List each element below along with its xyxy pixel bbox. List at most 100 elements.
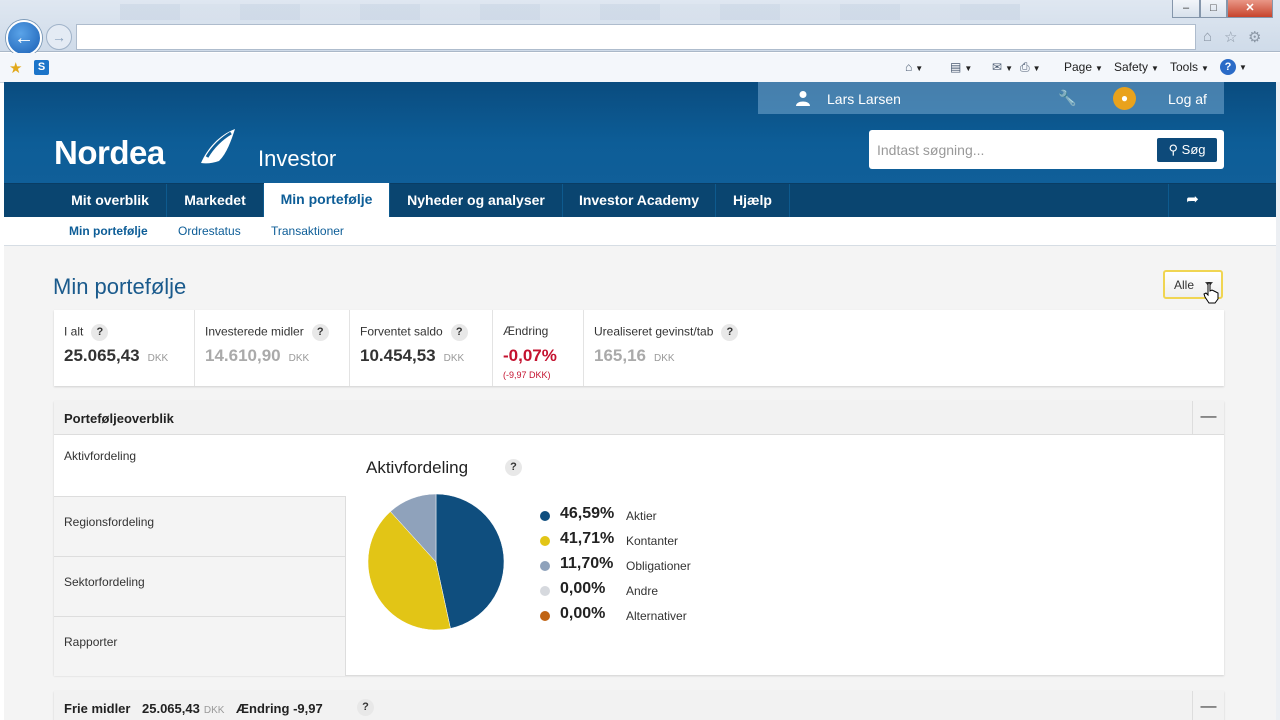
panel-header: Porteføljeoverblik — [54, 401, 1224, 435]
summary-invested-label: Investerede midler [205, 324, 304, 339]
gear-icon[interactable]: ⚙ [1248, 28, 1261, 46]
page-scrollbar[interactable] [1276, 82, 1280, 720]
help-icon[interactable]: ? [450, 324, 468, 341]
home-menu[interactable]: ⌂ ▼ [905, 60, 923, 74]
maximize-button[interactable]: □ [1200, 0, 1227, 18]
hand-cursor-icon [1203, 282, 1219, 304]
help-icon[interactable]: ? [505, 459, 522, 476]
legend-percentage: 41,71% [560, 530, 615, 547]
chevron-down-icon: ▼ [1151, 64, 1159, 73]
chevron-down-icon: ▼ [1201, 64, 1209, 73]
summary-total-label: I alt [64, 324, 84, 339]
back-button[interactable]: ← [6, 20, 42, 56]
summary-unrealized: Urealiseret gevinst/tab? 165,16 DKK [584, 310, 1224, 386]
main-navigation: Mit overblik Markedet Min portefølje Nyh… [4, 183, 1276, 218]
favorites-star-icon[interactable]: ☆ [1224, 28, 1237, 46]
help-icon[interactable]: ? [91, 324, 109, 341]
legend-item: 0,00% Andre [540, 580, 840, 600]
legend-item: 41,71% Kontanter [540, 530, 840, 550]
browser-command-bar: ★ S ⌂ ▼ ▤ ▼ ✉ ▼ ⎙ ▼ Page ▼ Safety ▼ Tools ▼ ? ▼ [0, 53, 1280, 83]
free-funds-change-value: -9,97 [293, 701, 323, 716]
feeds-menu[interactable]: ▤ ▼ [950, 60, 972, 74]
portfolio-overview-panel: Porteføljeoverblik — Aktivfordeling Regi… [54, 401, 1224, 676]
tab-mit-overblik[interactable]: Mit overblik [54, 184, 167, 218]
portfolio-summary: I alt? 25.065,43 DKK Investerede midler? … [54, 310, 1224, 386]
summary-expected: Forventet saldo? 10.454,53 DKK [350, 310, 493, 386]
subtab-min-portefolje[interactable]: Min portefølje [69, 224, 148, 238]
tools-menu[interactable]: Tools ▼ [1170, 60, 1209, 74]
legend-item: 46,59% Aktier [540, 505, 840, 525]
help-icon[interactable]: ? [311, 324, 329, 341]
arrow-left-icon: ← [14, 26, 34, 49]
overview-side-tabs: Aktivfordeling Regionsfordeling Sektorfo… [54, 436, 346, 676]
filter-dropdown-value: Alle [1174, 278, 1195, 292]
search-button-label: Søg [1181, 142, 1206, 157]
help-menu[interactable]: ? ▼ [1220, 59, 1247, 75]
page-title: Min portefølje [53, 274, 187, 299]
legend-dot-icon [540, 611, 550, 621]
tab-markedet[interactable]: Markedet [167, 184, 264, 218]
free-funds-title: Frie midler [64, 701, 131, 716]
subtab-transaktioner[interactable]: Transaktioner [271, 224, 344, 238]
minimize-button[interactable]: – [1172, 0, 1200, 18]
forward-button[interactable]: → [46, 24, 72, 50]
free-funds-panel: Frie midler 25.065,43 DKK Ændring -9,97 ?… [54, 691, 1224, 720]
subtab-ordrestatus[interactable]: Ordrestatus [178, 224, 241, 238]
add-favorites-icon[interactable]: ★ [9, 59, 22, 77]
collapse-minus-icon[interactable]: — [1192, 691, 1224, 720]
free-funds-change-label: Ændring [236, 701, 290, 716]
side-tab-aktivfordeling[interactable]: Aktivfordeling [54, 436, 346, 496]
logout-link[interactable]: Log af [1168, 91, 1207, 107]
nordea-logo[interactable]: Nordea [54, 134, 165, 172]
panel-title: Porteføljeoverblik [64, 411, 174, 426]
page-menu[interactable]: Page ▼ [1064, 60, 1103, 74]
search-button[interactable]: ⚲ Søg [1157, 138, 1217, 162]
print-icon: ⎙ [1020, 60, 1030, 74]
share-arrow-icon[interactable]: ➦ [1168, 184, 1216, 218]
summary-unrealized-value: 165,16 [594, 346, 646, 365]
side-tab-sektorfordeling[interactable]: Sektorfordeling [54, 556, 346, 616]
user-name[interactable]: Lars Larsen [827, 91, 901, 107]
search-box: ⚲ Søg [869, 130, 1224, 169]
summary-unrealized-label: Urealiseret gevinst/tab [594, 324, 714, 339]
help-icon: ? [1220, 59, 1236, 75]
currency-label: DKK [147, 353, 169, 364]
legend-label: Alternativer [626, 609, 687, 623]
chevron-down-icon: ▼ [915, 64, 924, 73]
side-tab-rapporter[interactable]: Rapporter [54, 616, 346, 676]
legend-percentage: 0,00% [560, 605, 606, 622]
currency-label: DKK [654, 353, 675, 364]
chevron-down-icon: ▼ [964, 64, 973, 73]
user-icon [796, 91, 810, 106]
sharepoint-icon[interactable]: S [34, 60, 49, 75]
asset-allocation-pie [367, 493, 505, 631]
mail-menu[interactable]: ✉ ▼ [992, 60, 1013, 74]
wrench-icon[interactable]: 🔧 [1058, 89, 1077, 107]
help-icon[interactable]: ? [721, 324, 739, 341]
address-bar[interactable] [76, 24, 1196, 50]
close-window-button[interactable]: ✕ [1227, 0, 1273, 18]
home-icon: ⌂ [905, 60, 913, 74]
home-icon[interactable]: ⌂ [1203, 28, 1212, 45]
rss-icon: ▤ [950, 60, 962, 74]
safety-menu-label: Safety [1114, 60, 1149, 74]
side-tab-regionsfordeling[interactable]: Regionsfordeling [54, 496, 346, 556]
legend-percentage: 46,59% [560, 505, 615, 522]
notification-bell-icon[interactable]: ● [1113, 87, 1136, 110]
collapse-minus-icon[interactable]: — [1192, 401, 1224, 435]
chart-title: Aktivfordeling [366, 458, 469, 477]
print-menu[interactable]: ⎙ ▼ [1020, 60, 1041, 75]
legend-dot-icon [540, 511, 550, 521]
tab-hjaelp[interactable]: Hjælp [716, 184, 790, 218]
search-input[interactable] [877, 130, 1147, 169]
legend-dot-icon [540, 536, 550, 546]
currency-label: DKK [203, 705, 225, 716]
safety-menu[interactable]: Safety ▼ [1114, 60, 1159, 74]
tab-investor-academy[interactable]: Investor Academy [563, 184, 716, 218]
help-icon[interactable]: ? [357, 699, 374, 716]
legend-item: 0,00% Alternativer [540, 605, 840, 625]
tab-min-portefolje[interactable]: Min portefølje [264, 183, 390, 218]
tab-nyheder-og-analyser[interactable]: Nyheder og analyser [390, 184, 563, 218]
sub-navigation: Min portefølje Ordrestatus Transaktioner [4, 217, 1276, 246]
summary-invested: Investerede midler? 14.610,90 DKK [195, 310, 350, 386]
